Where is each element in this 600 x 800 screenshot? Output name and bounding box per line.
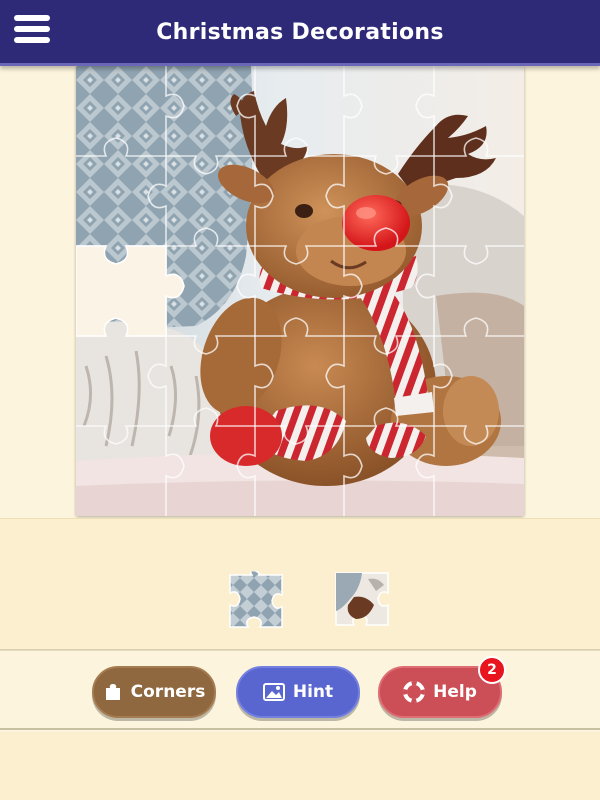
corners-button[interactable]: Corners (92, 666, 216, 718)
help-button[interactable]: Help 2 (378, 656, 506, 718)
puzzle-piece-icon (103, 682, 123, 702)
footer-area (0, 732, 600, 800)
board-area (0, 66, 600, 518)
piece-tray (0, 518, 600, 650)
hint-button[interactable]: Hint (236, 666, 360, 718)
loose-piece-1[interactable] (226, 569, 286, 635)
puzzle-image (76, 66, 524, 516)
action-bar: Corners Hint Help 2 (0, 650, 600, 730)
help-label: Help (433, 682, 477, 702)
image-icon (262, 683, 285, 701)
loose-piece-2[interactable] (332, 569, 392, 633)
puzzle-board[interactable] (76, 66, 524, 516)
corners-label: Corners (130, 682, 206, 702)
lifebuoy-icon (403, 681, 426, 703)
top-bar: Christmas Decorations (0, 0, 600, 66)
help-count-badge: 2 (478, 656, 506, 684)
puzzle-title: Christmas Decorations (156, 20, 444, 45)
hint-label: Hint (292, 682, 334, 702)
